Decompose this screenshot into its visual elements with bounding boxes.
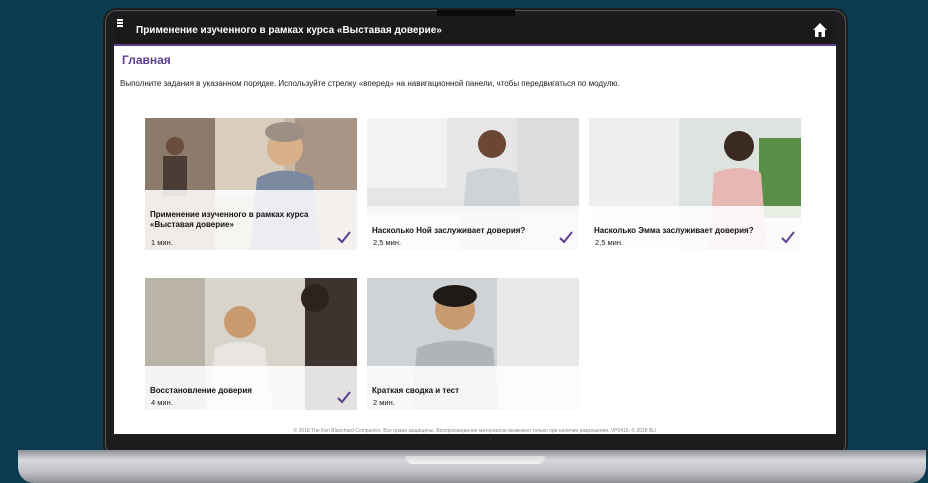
card-title: Восстановление доверия <box>150 386 252 395</box>
footer-text: © 2018 The Ken Blanchard Companies. Все … <box>293 428 657 434</box>
module-card-1[interactable]: Применение изученного в рамках курса «Вы… <box>145 118 357 250</box>
card-title: Насколько Эмма заслуживает доверия? <box>594 226 754 235</box>
laptop-base-notch <box>405 456 545 464</box>
checkmark-icon <box>337 231 351 244</box>
accent-line <box>114 44 836 46</box>
card-title: Краткая сводка и тест <box>372 386 460 395</box>
card-duration: 2,5 мин. <box>373 238 402 247</box>
module-card-3[interactable]: Насколько Эмма заслуживает доверия? 2,5 … <box>589 118 801 250</box>
card-duration: 4 мин. <box>151 398 173 407</box>
page-title: Главная <box>122 53 171 67</box>
card-title: Применение изученного в рамках курса «Вы… <box>150 210 309 229</box>
card-duration: 2 мин. <box>373 398 395 407</box>
module-card-2[interactable]: Насколько Ной заслуживает доверия? 2,5 м… <box>367 118 579 250</box>
module-card-5[interactable]: Краткая сводка и тест 2 мин. <box>367 278 579 410</box>
module-card-4[interactable]: Восстановление доверия 4 мин. <box>145 278 357 410</box>
instructions-text: Выполните задания в указанном порядке. И… <box>120 79 620 88</box>
checkmark-icon <box>559 231 573 244</box>
home-icon[interactable] <box>812 22 828 38</box>
checkmark-icon <box>781 231 795 244</box>
menu-icon[interactable] <box>117 19 123 27</box>
laptop-base <box>18 450 926 483</box>
app-screen: Применение изученного в рамках курса «Вы… <box>114 16 836 434</box>
card-duration: 2,5 мин. <box>595 238 624 247</box>
card-title: Насколько Ной заслуживает доверия? <box>372 226 526 235</box>
top-bar: Применение изученного в рамках курса «Вы… <box>114 16 836 44</box>
checkmark-icon <box>337 391 351 404</box>
app-title: Применение изученного в рамках курса «Вы… <box>136 24 442 36</box>
card-duration: 1 мин. <box>151 238 173 247</box>
